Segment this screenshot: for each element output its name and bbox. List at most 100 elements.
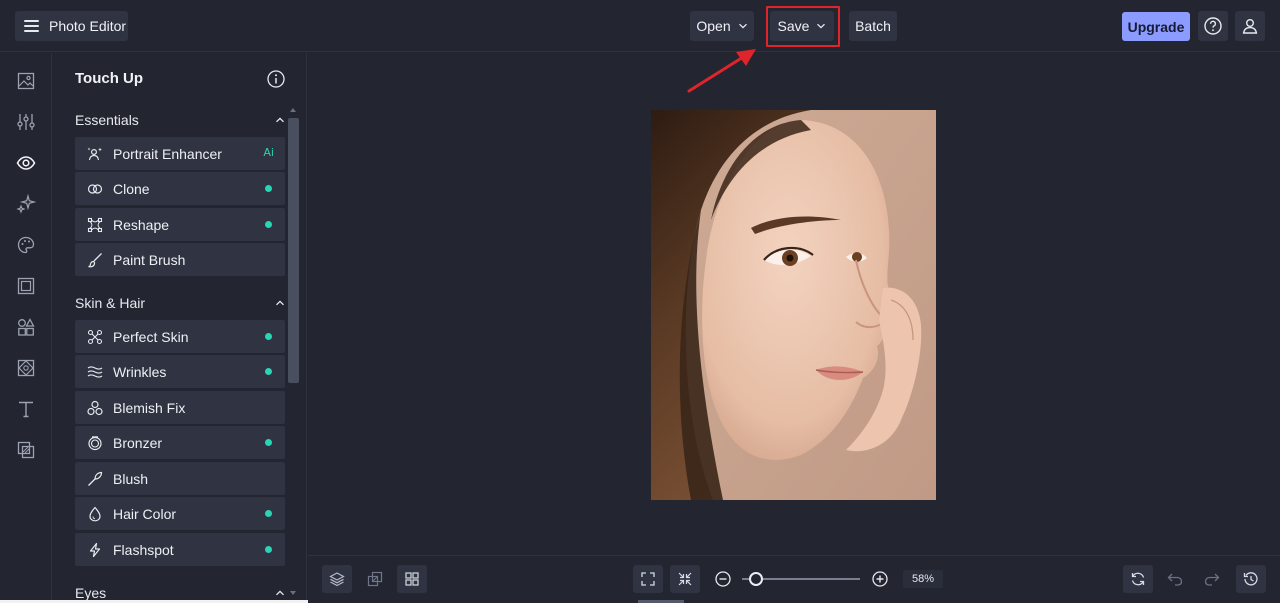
- tool-label: Perfect Skin: [113, 328, 189, 345]
- app-title: Photo Editor: [49, 18, 127, 34]
- tool-label: Wrinkles: [113, 363, 167, 380]
- grid-view-button[interactable]: [397, 565, 427, 593]
- portrait-photo[interactable]: [651, 110, 936, 500]
- tool-label: Clone: [113, 180, 150, 197]
- section-label: Skin & Hair: [75, 295, 146, 311]
- tool-wrinkles[interactable]: Wrinkles: [75, 355, 285, 388]
- new-dot-badge: [265, 333, 272, 340]
- undo-icon: [1167, 573, 1183, 586]
- tool-hair-color[interactable]: Hair Color: [75, 497, 285, 530]
- scroll-down-arrow[interactable]: [290, 591, 296, 595]
- refresh-icon: [1131, 572, 1145, 586]
- top-bar: Photo Editor Open Save Batch Upgrade: [0, 0, 1280, 52]
- tool-bronzer[interactable]: Bronzer: [75, 426, 285, 459]
- expand-icon: [641, 572, 655, 586]
- scroll-up-arrow[interactable]: [290, 108, 296, 112]
- section-label: Eyes: [75, 585, 107, 601]
- open-button[interactable]: Open: [690, 11, 754, 41]
- batch-label: Batch: [855, 18, 891, 34]
- reshape-icon: [86, 216, 103, 233]
- bronzer-icon: [86, 434, 103, 451]
- tool-blush[interactable]: Blush: [75, 462, 285, 495]
- account-button[interactable]: [1235, 11, 1265, 41]
- collapse-icon: [678, 572, 692, 586]
- new-dot-badge: [265, 510, 272, 517]
- palette-icon[interactable]: [15, 234, 37, 256]
- elements-icon[interactable]: [15, 316, 37, 338]
- blemish-fix-icon: [86, 399, 103, 416]
- tool-label: Blush: [113, 470, 149, 487]
- tool-portrait-enhancer[interactable]: Portrait Enhancer Ai: [75, 137, 285, 170]
- menu-button[interactable]: Photo Editor: [15, 11, 128, 41]
- fit-screen-button[interactable]: [633, 565, 663, 593]
- new-dot-badge: [265, 221, 272, 228]
- perfect-skin-icon: [86, 328, 103, 345]
- frame-icon[interactable]: [15, 275, 37, 297]
- open-label: Open: [696, 18, 731, 34]
- portrait-sparkle-icon: [86, 145, 103, 162]
- info-icon[interactable]: [266, 69, 286, 89]
- overlay-icon[interactable]: [15, 439, 37, 461]
- lightning-icon: [86, 541, 103, 558]
- hamburger-icon: [24, 20, 39, 32]
- batch-button[interactable]: Batch: [849, 11, 897, 41]
- tool-paint-brush[interactable]: Paint Brush: [75, 243, 285, 276]
- zoom-out-button[interactable]: [712, 568, 734, 590]
- sparkle-effects-icon[interactable]: [15, 193, 37, 215]
- chevron-up-icon: [276, 117, 284, 123]
- redo-icon: [1204, 573, 1220, 586]
- rotate-button[interactable]: [1123, 565, 1153, 593]
- upgrade-button[interactable]: Upgrade: [1122, 12, 1190, 41]
- history-icon: [1243, 572, 1258, 586]
- section-label: Essentials: [75, 112, 139, 128]
- ai-badge: Ai: [263, 146, 274, 159]
- zoom-in-icon: [872, 571, 888, 587]
- help-button[interactable]: [1198, 11, 1228, 41]
- chevron-up-icon: [276, 590, 284, 596]
- section-essentials[interactable]: Essentials: [75, 110, 285, 130]
- panel-scrollbar-thumb[interactable]: [288, 118, 299, 383]
- tool-blemish-fix[interactable]: Blemish Fix: [75, 391, 285, 424]
- tool-label: Flashspot: [113, 541, 174, 558]
- image-icon[interactable]: [15, 70, 37, 92]
- zoom-in-button[interactable]: [869, 568, 891, 590]
- tool-label: Paint Brush: [113, 251, 186, 268]
- eye-icon[interactable]: [15, 152, 37, 174]
- tool-label: Hair Color: [113, 505, 177, 522]
- portrait-image: [651, 110, 936, 500]
- user-icon: [1242, 19, 1258, 34]
- help-icon: [1204, 17, 1222, 35]
- tool-label: Bronzer: [113, 434, 163, 451]
- clone-icon: [86, 180, 103, 197]
- texture-icon[interactable]: [15, 357, 37, 379]
- history-button[interactable]: [1236, 565, 1266, 593]
- tool-reshape[interactable]: Reshape: [75, 208, 285, 241]
- section-skin-hair[interactable]: Skin & Hair: [75, 293, 285, 313]
- tool-label: Portrait Enhancer: [113, 145, 222, 162]
- paint-brush-icon: [86, 251, 103, 268]
- tool-clone[interactable]: Clone: [75, 172, 285, 205]
- tool-rail: [0, 53, 52, 603]
- tool-label: Reshape: [113, 216, 170, 233]
- text-icon[interactable]: [15, 398, 37, 420]
- adjustments-icon[interactable]: [15, 111, 37, 133]
- grid-icon: [405, 572, 419, 586]
- tool-perfect-skin[interactable]: Perfect Skin: [75, 320, 285, 353]
- panel-title: Touch Up: [75, 70, 144, 87]
- compare-icon: [367, 571, 383, 587]
- blush-brush-icon: [86, 470, 103, 487]
- annotation-arrow-icon: [687, 49, 756, 93]
- zoom-out-icon: [715, 571, 731, 587]
- redo-button[interactable]: [1201, 568, 1223, 590]
- layers-button[interactable]: [322, 565, 352, 593]
- compare-button[interactable]: [364, 568, 386, 590]
- save-highlight-box: [766, 6, 840, 47]
- actual-size-button[interactable]: [670, 565, 700, 593]
- tool-flashspot[interactable]: Flashspot: [75, 533, 285, 566]
- chevron-up-icon: [276, 300, 284, 306]
- undo-button[interactable]: [1164, 568, 1186, 590]
- zoom-level-input[interactable]: 58%: [903, 570, 943, 588]
- new-dot-badge: [265, 368, 272, 375]
- touch-up-panel: Touch Up Essentials Portrait Enhancer Ai…: [53, 53, 307, 603]
- chevron-down-icon: [738, 23, 747, 29]
